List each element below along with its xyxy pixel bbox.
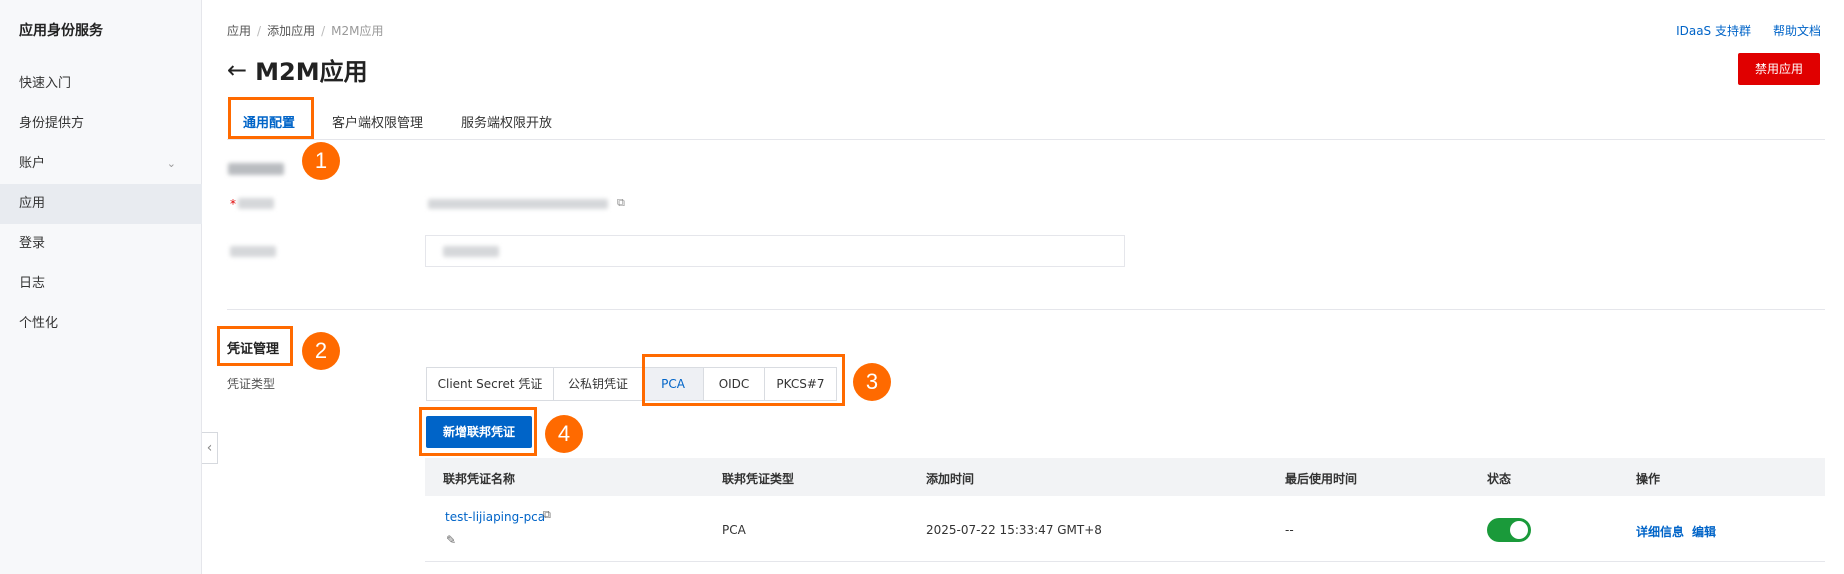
sidebar-item-label: 登录 [19,236,46,251]
sidebar-item-identity-providers[interactable]: 身份提供方 [0,104,202,144]
credential-type-keypair[interactable]: 公私钥凭证 [553,367,643,401]
credential-type-label: 凭证类型 [227,377,276,391]
column-header: 联邦凭证名称 [443,472,516,486]
sidebar-item-logs[interactable]: 日志 [0,264,202,304]
redacted-value [443,246,499,257]
sidebar-collapse-button[interactable]: ‹ [202,432,218,464]
copy-icon[interactable]: ⧉ [543,508,551,522]
column-header: 添加时间 [926,472,975,486]
support-group-link[interactable]: IDaaS 支持群 [1676,24,1751,38]
sidebar: 应用身份服务 快速入门 身份提供方 账户 ⌄ 应用 登录 日志 个性化 [0,0,202,574]
disable-app-button[interactable]: 禁用应用 [1738,53,1820,85]
sidebar-item-label: 账户 [19,156,46,171]
top-links: IDaaS 支持群 帮助文档 [1654,22,1821,39]
breadcrumb-item[interactable]: 应用 [227,24,251,38]
details-link[interactable]: 详细信息 [1636,523,1684,540]
tab-server-permissions[interactable]: 服务端权限开放 [461,112,552,131]
column-header: 最后使用时间 [1285,472,1358,486]
redacted-input[interactable] [425,235,1125,267]
column-header: 操作 [1636,472,1661,486]
sidebar-item-login[interactable]: 登录 [0,224,202,264]
copy-icon[interactable]: ⧉ [617,196,625,210]
table-header [425,458,1825,496]
annotation-badge: 1 [302,142,340,180]
sidebar-item-label: 快速入门 [19,76,72,91]
highlight-box [217,326,293,366]
highlight-box [419,407,537,456]
sidebar-item-label: 身份提供方 [19,116,85,131]
redacted-label [230,246,276,257]
page-title: M2M应用 [255,58,368,86]
sidebar-item-label: 应用 [19,196,46,211]
status-toggle[interactable] [1487,518,1531,542]
annotation-badge: 3 [853,363,891,401]
annotation-badge: 4 [545,415,583,453]
credential-name-link[interactable]: test-lijiaping-pca [445,510,545,524]
edit-link[interactable]: 编辑 [1692,523,1716,540]
sidebar-item-label: 个性化 [19,316,59,331]
sidebar-item-accounts[interactable]: 账户 ⌄ [0,144,202,184]
redacted-label [238,198,274,209]
sidebar-brand: 应用身份服务 [19,23,103,39]
credential-type-cell: PCA [722,523,746,537]
annotation-badge: 2 [302,332,340,370]
redacted-label [228,163,284,175]
tab-client-permissions[interactable]: 客户端权限管理 [332,112,423,131]
highlight-box [228,97,314,139]
column-header: 状态 [1487,472,1512,486]
credential-type-client-secret[interactable]: Client Secret 凭证 [426,367,554,401]
sidebar-item-applications[interactable]: 应用 [0,184,202,224]
breadcrumb-current: M2M应用 [331,24,384,38]
chevron-down-icon: ⌄ [166,157,176,170]
highlight-box [642,354,845,406]
help-docs-link[interactable]: 帮助文档 [1773,24,1821,38]
breadcrumb: 应用 / 添加应用 / M2M应用 [227,24,384,38]
tabs-divider [227,139,1825,140]
column-header: 联邦凭证类型 [722,472,795,486]
edit-pencil-icon[interactable]: ✎ [446,533,456,547]
page-header: ← M2M应用 [227,52,368,87]
sidebar-item-label: 日志 [19,276,46,291]
back-arrow-icon[interactable]: ← [227,56,247,84]
sidebar-item-personalization[interactable]: 个性化 [0,304,202,344]
row-divider [425,561,1825,562]
chevron-left-icon: ‹ [206,440,213,456]
sidebar-item-quickstart[interactable]: 快速入门 [0,64,202,104]
required-mark: * [230,197,236,211]
added-time-cell: 2025-07-22 15:33:47 GMT+8 [926,523,1102,537]
last-used-cell: -- [1285,523,1294,537]
redacted-value [428,199,608,209]
toggle-knob [1510,521,1528,539]
breadcrumb-item[interactable]: 添加应用 [267,24,315,38]
section-divider [227,309,1825,310]
